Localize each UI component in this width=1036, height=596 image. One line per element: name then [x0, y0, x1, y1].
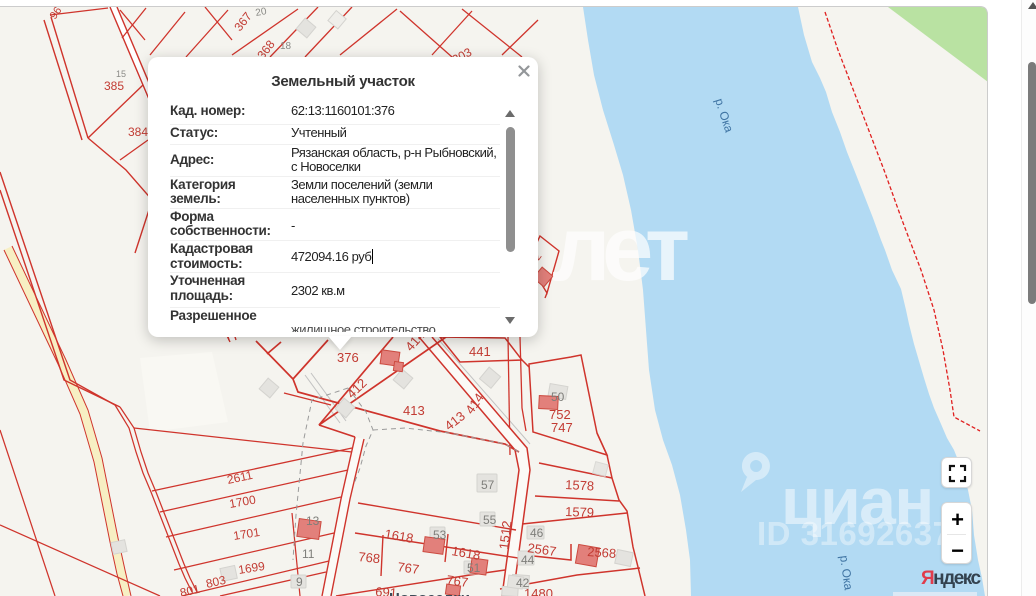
- svg-text:441: 441: [469, 344, 491, 359]
- svg-text:376: 376: [337, 350, 359, 365]
- svg-text:Новоселки: Новоселки: [389, 590, 470, 596]
- svg-text:385: 385: [104, 79, 124, 93]
- svg-text:767: 767: [397, 559, 421, 577]
- svg-text:13: 13: [306, 514, 320, 528]
- svg-text:лет: лет: [552, 198, 690, 300]
- svg-text:44: 44: [521, 553, 535, 567]
- svg-text:42: 42: [516, 576, 530, 590]
- svg-text:15: 15: [116, 69, 126, 79]
- svg-text:413: 413: [403, 403, 425, 418]
- svg-text:50: 50: [551, 390, 565, 404]
- svg-text:46: 46: [530, 526, 544, 540]
- svg-text:747: 747: [551, 420, 573, 435]
- svg-text:767: 767: [446, 572, 470, 590]
- svg-text:9: 9: [296, 575, 303, 589]
- svg-text:768: 768: [358, 549, 381, 566]
- svg-text:1579: 1579: [565, 504, 594, 520]
- svg-text:1578: 1578: [565, 477, 595, 493]
- svg-text:53: 53: [433, 528, 447, 542]
- svg-text:11: 11: [302, 547, 315, 561]
- svg-text:ID 31692637: ID 31692637: [757, 515, 952, 552]
- svg-text:2568: 2568: [587, 544, 617, 561]
- svg-text:51: 51: [467, 561, 481, 575]
- svg-text:384: 384: [128, 125, 148, 139]
- svg-text:55: 55: [483, 513, 497, 527]
- svg-text:18: 18: [280, 41, 292, 52]
- svg-text:57: 57: [481, 478, 495, 492]
